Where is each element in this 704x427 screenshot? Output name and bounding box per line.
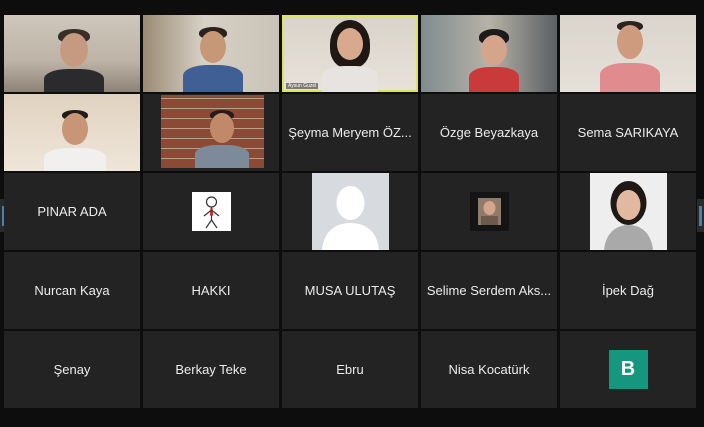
participant-tile[interactable]: B (560, 331, 696, 408)
default-avatar-icon (311, 173, 389, 250)
participant-name: MUSA ULUTAŞ (304, 283, 396, 298)
participant-figure (195, 108, 249, 168)
participant-tile[interactable]: Nurcan Kaya (4, 252, 140, 329)
participant-name-tag: Aysun Guzel (286, 83, 319, 89)
participant-name: İpek Dağ (601, 283, 655, 298)
next-page-button[interactable] (697, 199, 704, 232)
participant-name: Ebru (336, 362, 364, 377)
participant-tile[interactable]: Sema SARIKAYA (560, 94, 696, 171)
chevron-right-icon (699, 205, 702, 226)
participant-tile[interactable]: Özge Beyazkaya (421, 94, 557, 171)
participant-video-active-speaker[interactable]: Aysun Guzel (282, 15, 418, 92)
participant-tile[interactable]: Şenay (4, 331, 140, 408)
participant-tile[interactable]: Nisa Kocatürk (421, 331, 557, 408)
participant-tile[interactable]: İpek Dağ (560, 252, 696, 329)
participant-video[interactable] (560, 15, 696, 92)
participant-name: Sema SARIKAYA (577, 125, 679, 140)
participant-name: Şeyma Meryem ÖZ... (288, 125, 412, 140)
participant-tile[interactable] (143, 173, 279, 250)
participant-video[interactable] (143, 94, 279, 171)
participant-name: HAKKI (191, 283, 231, 298)
participant-figure (467, 27, 521, 92)
participant-figure (183, 25, 243, 92)
participant-name: Selime Serdem Aks... (426, 283, 552, 298)
initial-avatar: B (608, 350, 648, 389)
participant-tile[interactable]: Berkay Teke (143, 331, 279, 408)
participant-name: Nisa Kocatürk (448, 362, 530, 377)
participant-video[interactable] (421, 15, 557, 92)
participant-tile[interactable]: Şeyma Meryem ÖZ... (282, 94, 418, 171)
participant-tile[interactable]: PINAR ADA (4, 173, 140, 250)
profile-picture-small (469, 192, 509, 231)
participant-name: Berkay Teke (175, 362, 247, 377)
participant-tile[interactable]: Selime Serdem Aks... (421, 252, 557, 329)
gallery-view: Aysun Guzel Şeyma Meryem ÖZ... Özge Beya… (4, 15, 696, 408)
participant-tile[interactable]: Ebru (282, 331, 418, 408)
participant-figure (320, 20, 380, 92)
profile-picture-cartoon (191, 192, 231, 231)
participant-video[interactable] (4, 94, 140, 171)
participant-figure (600, 21, 660, 92)
participant-video[interactable] (4, 15, 140, 92)
participant-tile[interactable]: MUSA ULUTAŞ (282, 252, 418, 329)
participant-name: Nurcan Kaya (34, 283, 110, 298)
participant-figure (44, 27, 104, 92)
participant-tile[interactable] (282, 173, 418, 250)
participant-figure (44, 108, 106, 171)
participant-name: Özge Beyazkaya (439, 125, 539, 140)
participant-name: PINAR ADA (37, 204, 107, 219)
participant-tile[interactable]: HAKKI (143, 252, 279, 329)
profile-picture-photo (589, 173, 667, 250)
participant-name: Şenay (53, 362, 91, 377)
participant-tile[interactable] (421, 173, 557, 250)
participant-video[interactable] (143, 15, 279, 92)
participant-tile[interactable] (560, 173, 696, 250)
